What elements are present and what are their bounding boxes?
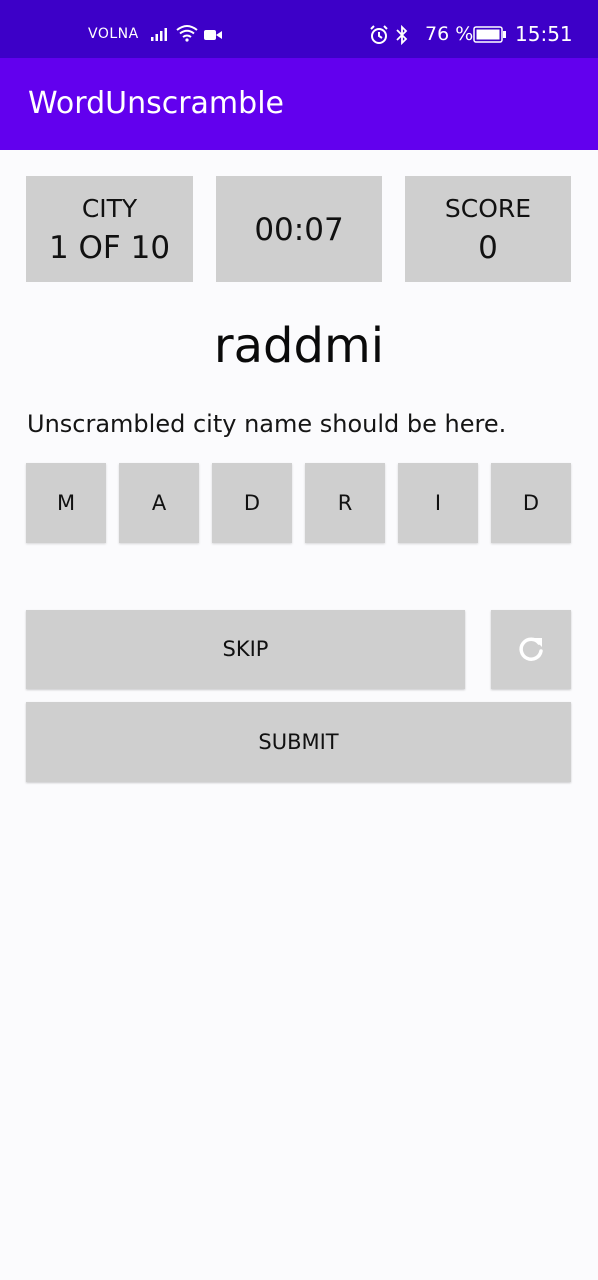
timer-card: 00:07	[216, 176, 382, 282]
app-bar: WordUnscramble	[0, 58, 598, 150]
app-title: WordUnscramble	[28, 86, 284, 121]
answer-hint: Unscrambled city name should be here.	[27, 410, 507, 438]
refresh-icon	[519, 637, 543, 661]
skip-button[interactable]: SKIP	[26, 610, 465, 689]
letter-tile[interactable]: I	[398, 463, 478, 543]
clock: 15:51	[515, 22, 573, 46]
video-icon	[204, 30, 222, 40]
score-label: SCORE	[444, 194, 532, 223]
battery-percent: 76 %	[425, 23, 474, 45]
carrier-name: VOLNA	[88, 26, 139, 42]
wifi-icon	[176, 25, 198, 42]
bluetooth-icon	[396, 24, 408, 46]
letter-tile[interactable]: M	[26, 463, 106, 543]
letter-tile[interactable]: A	[119, 463, 199, 543]
status-bar: VOLNA 76 % 15:51	[0, 0, 598, 58]
letter-tile[interactable]: D	[491, 463, 571, 543]
alarm-icon	[370, 25, 388, 44]
city-progress-card: CITY 1 OF 10	[26, 176, 193, 282]
refresh-button[interactable]	[491, 610, 571, 689]
score-card: SCORE 0	[405, 176, 571, 282]
battery-icon	[473, 26, 506, 43]
letter-tile[interactable]: D	[212, 463, 292, 543]
city-progress-value: 1 OF 10	[48, 230, 171, 266]
signal-icon	[151, 28, 167, 41]
city-label: CITY	[81, 194, 138, 223]
score-value: 0	[478, 230, 498, 266]
submit-button[interactable]: SUBMIT	[26, 702, 571, 782]
letter-tile[interactable]: R	[305, 463, 385, 543]
scrambled-word: raddmi	[213, 318, 385, 374]
timer-value: 00:07	[254, 212, 344, 248]
